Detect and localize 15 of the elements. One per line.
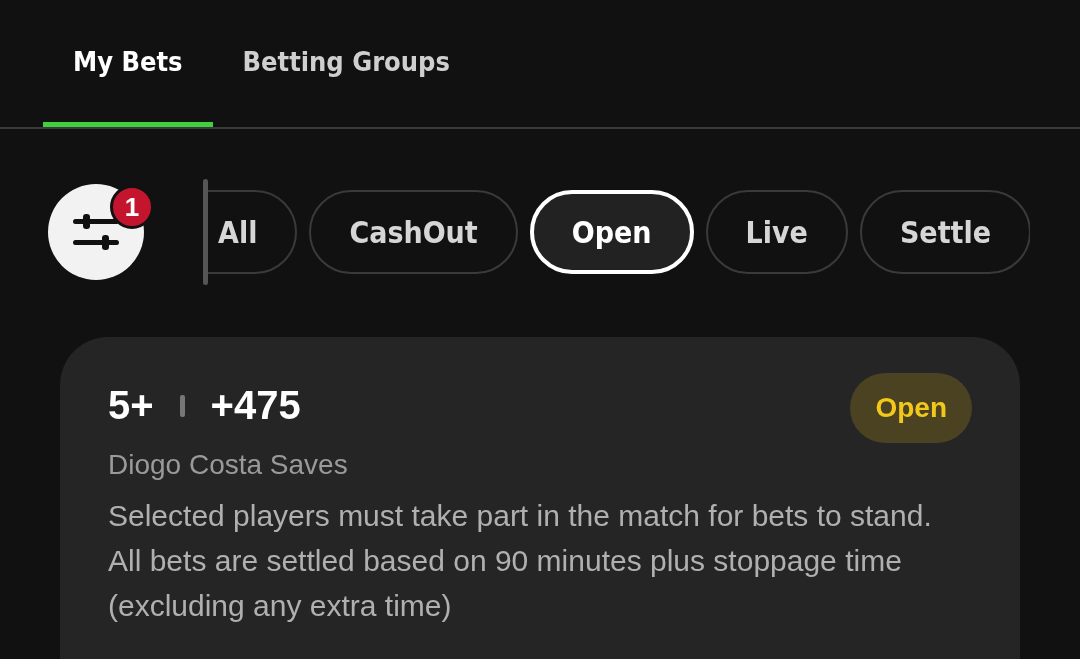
count-badge: 1 — [110, 185, 154, 229]
filter-chip[interactable]: Live — [705, 190, 848, 274]
filter-chip[interactable]: All — [208, 190, 298, 274]
tab[interactable]: Betting Groups — [212, 0, 480, 127]
filter-chip[interactable]: Open — [529, 190, 694, 274]
status-badge: Open — [850, 373, 972, 443]
bet-note: Selected players must take part in the match for bets to stand. All bets are settled based on 90 minutes plus stoppage time (excluding any extra time) — [108, 498, 933, 624]
filter-chip[interactable]: Settle — [859, 190, 1030, 274]
odds-label: +475 — [210, 383, 301, 428]
divider-mark — [179, 394, 185, 417]
sliders-icon — [73, 214, 119, 250]
filter-chip[interactable]: CashOut — [309, 190, 518, 274]
selection-label: 5+ — [108, 383, 154, 428]
market-label: Diogo Costa Saves — [108, 449, 349, 481]
tab[interactable]: My Bets — [43, 0, 213, 127]
